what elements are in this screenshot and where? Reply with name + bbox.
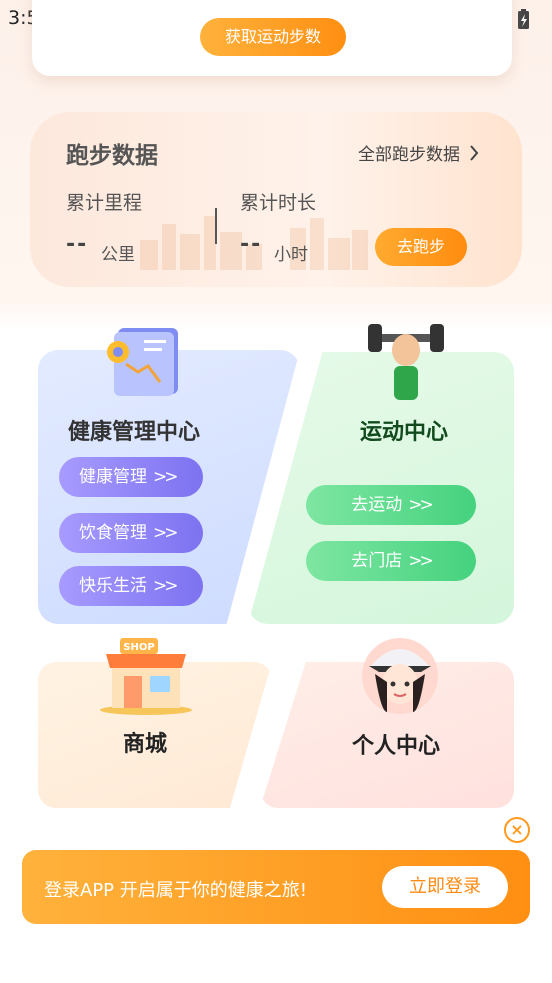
shop-sign-text: SHOP — [123, 642, 154, 653]
chevron-right-icon — [469, 144, 479, 167]
dumbbell-icon — [368, 324, 444, 400]
happy-life-button[interactable]: 快乐生活 >> — [59, 566, 203, 606]
distance-label: 累计里程 — [66, 192, 143, 214]
health-manage-button[interactable]: 健康管理 >> — [59, 457, 203, 497]
battery-icon — [518, 9, 529, 29]
health-manage-label: 健康管理 — [79, 467, 147, 487]
login-now-button[interactable]: 立即登录 — [382, 866, 508, 908]
distance-unit: 公里 — [101, 245, 135, 265]
go-store-button[interactable]: 去门店 >> — [306, 541, 476, 581]
double-chevron-icon: >> — [408, 551, 433, 571]
chart-doc-icon — [107, 328, 178, 396]
double-chevron-icon: >> — [408, 495, 433, 515]
go-exercise-label: 去运动 — [351, 495, 403, 515]
diet-manage-button[interactable]: 饮食管理 >> — [59, 513, 203, 553]
get-steps-button[interactable]: 获取运动步数 — [200, 18, 346, 56]
running-title: 跑步数据 — [66, 143, 158, 169]
health-center-title: 健康管理中心 — [68, 420, 201, 445]
avatar-icon — [362, 638, 438, 714]
sport-center-title: 运动中心 — [360, 420, 449, 445]
go-run-button[interactable]: 去跑步 — [375, 228, 467, 266]
close-icon[interactable]: × — [504, 817, 530, 843]
shop-title: 商城 — [123, 732, 168, 757]
diet-manage-label: 饮食管理 — [79, 523, 147, 543]
distance-value: -- — [66, 232, 89, 257]
duration-label: 累计时长 — [240, 192, 317, 214]
go-exercise-button[interactable]: 去运动 >> — [306, 485, 476, 525]
shop-icon: SHOP — [100, 638, 192, 715]
double-chevron-icon: >> — [153, 467, 178, 487]
stats-divider — [215, 208, 217, 244]
double-chevron-icon: >> — [153, 576, 178, 596]
all-running-data-link[interactable]: 全部跑步数据 — [358, 140, 479, 167]
double-chevron-icon: >> — [153, 523, 178, 543]
happy-life-label: 快乐生活 — [79, 576, 147, 596]
all-running-data-label: 全部跑步数据 — [358, 145, 460, 165]
profile-title: 个人中心 — [352, 734, 441, 759]
login-banner-text: 登录APP 开启属于你的健康之旅! — [44, 880, 307, 901]
duration-unit: 小时 — [274, 245, 308, 265]
go-store-label: 去门店 — [351, 551, 403, 571]
duration-value: -- — [240, 232, 263, 257]
